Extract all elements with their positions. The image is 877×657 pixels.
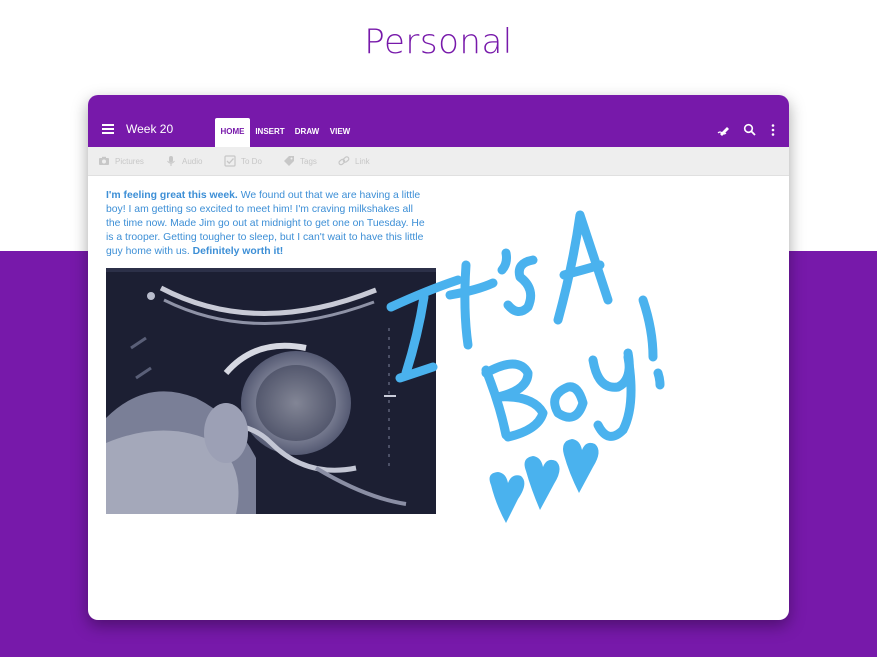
ultrasound-image[interactable] [106, 268, 436, 514]
app-window: Week 20 HOME INSERT DRAW VIEW Pictures A… [88, 95, 789, 620]
note-closing-bold: Definitely worth it! [192, 246, 284, 257]
tag-icon [284, 156, 294, 166]
audio-label: Audio [182, 156, 203, 166]
note-intro-bold: I'm feeling great this week. [106, 190, 238, 201]
tab-home[interactable]: HOME [215, 118, 250, 147]
note-body[interactable]: I'm feeling great this week. We found ou… [106, 189, 426, 259]
camera-icon [99, 156, 109, 165]
note-title: Week 20 [126, 122, 174, 136]
hero-title: Personal [364, 22, 513, 62]
pen-sync-icon[interactable] [717, 123, 731, 137]
more-vertical-icon[interactable] [766, 123, 780, 137]
tab-insert[interactable]: INSERT [252, 118, 288, 147]
search-icon[interactable] [743, 123, 757, 137]
microphone-icon [167, 156, 175, 166]
link-button[interactable]: Link [338, 154, 370, 168]
pictures-button[interactable]: Pictures [98, 154, 144, 168]
app-bar: Week 20 HOME INSERT DRAW VIEW [88, 95, 789, 147]
todo-button[interactable]: To Do [224, 154, 262, 168]
tags-label: Tags [300, 156, 317, 166]
tags-button[interactable]: Tags [283, 154, 317, 168]
hamburger-menu-icon[interactable] [102, 124, 114, 134]
audio-button[interactable]: Audio [165, 154, 202, 168]
todo-label: To Do [241, 156, 262, 166]
link-icon [338, 156, 350, 166]
link-label: Link [355, 156, 370, 166]
ultrasound-scan-graphic [106, 268, 436, 514]
tab-draw[interactable]: DRAW [292, 118, 322, 147]
pictures-label: Pictures [115, 156, 144, 166]
checkbox-icon [224, 155, 236, 167]
tab-view[interactable]: VIEW [326, 118, 354, 147]
ribbon-toolbar: Pictures Audio To Do Tags Link [88, 147, 789, 176]
